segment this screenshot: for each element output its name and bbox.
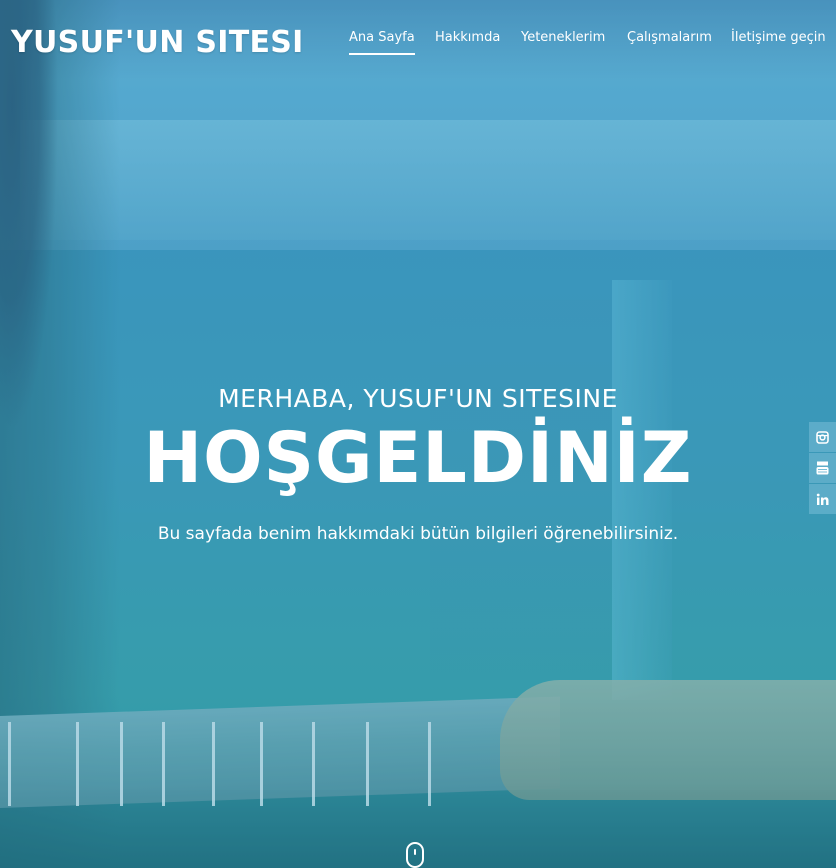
social-sidebar (809, 422, 836, 515)
main-nav: Ana Sayfa Hakkımda Yeteneklerim Çalışmal… (349, 30, 836, 60)
scroll-wheel-icon (414, 849, 416, 855)
linkedin-button[interactable] (809, 484, 836, 514)
site-logo-title[interactable]: YUSUF'UN SITESI (11, 25, 304, 60)
youtube-icon (816, 461, 829, 475)
nav-item-hakkimda[interactable]: Hakkımda (435, 30, 500, 53)
nav-item-calismalarim[interactable]: Çalışmalarım (627, 30, 712, 53)
youtube-button[interactable] (809, 453, 836, 483)
instagram-button[interactable] (809, 422, 836, 452)
nav-item-yeteneklerim[interactable]: Yeteneklerim (521, 30, 605, 53)
linkedin-icon (816, 493, 829, 505)
nav-item-ana-sayfa[interactable]: Ana Sayfa (349, 30, 415, 55)
scroll-down-indicator[interactable] (406, 842, 424, 868)
nav-item-iletisime-gecin[interactable]: İletişime geçin (731, 30, 826, 53)
hero-subtitle: MERHABA, YUSUF'UN SITESINE (218, 384, 618, 413)
hero-title: HOŞGELDİNİZ (143, 417, 693, 499)
instagram-icon (816, 430, 829, 444)
hero-description: Bu sayfada benim hakkımdaki bütün bilgil… (157, 524, 679, 544)
